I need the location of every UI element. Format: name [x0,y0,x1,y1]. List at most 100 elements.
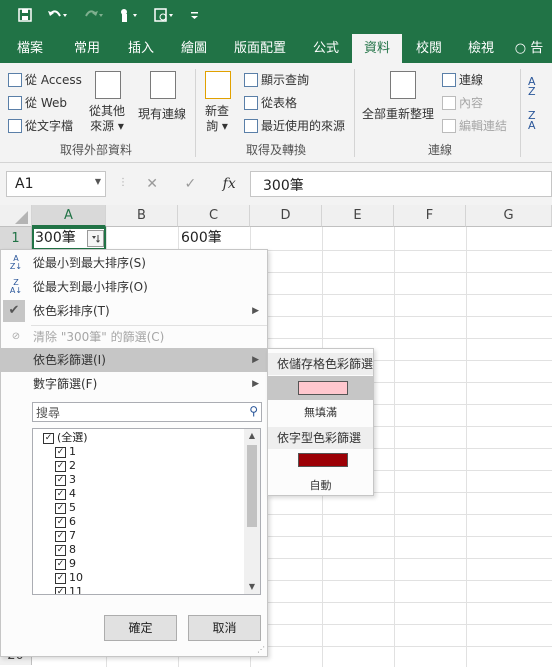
list-item[interactable]: ✓ 7 [55,529,76,543]
formula-input[interactable]: 300筆 [250,171,552,197]
sort-az-icon[interactable]: AZ [528,76,536,97]
tab-home[interactable]: 常用 [60,34,114,63]
number-filters-item[interactable]: 數字篩選(F) ▶ [1,372,267,396]
scroll-down-icon[interactable]: ▼ [244,580,260,594]
cell-c1[interactable]: 600筆 [178,227,250,249]
tab-draw[interactable]: 繪圖 [168,34,220,63]
tab-page-layout[interactable]: 版面配置 [220,34,300,63]
insert-function-icon[interactable]: fx [223,176,236,192]
column-header-g[interactable]: G [466,205,552,227]
tab-review[interactable]: 校閱 [402,34,456,63]
scroll-thumb[interactable] [247,445,257,527]
list-item-select-all[interactable]: ✓ (全選) [43,431,88,445]
list-item[interactable]: ✓ 6 [55,515,76,529]
checkbox[interactable]: ✓ [43,432,54,444]
list-item[interactable]: ✓ 5 [55,501,76,515]
filter-icon [92,235,100,243]
resize-grip-icon[interactable]: ⋰ [257,645,265,654]
list-item[interactable]: ✓ 10 [55,571,83,585]
undo-icon[interactable] [46,8,68,26]
checkbox[interactable]: ✓ [55,558,66,570]
filter-by-color-item[interactable]: 依色彩篩選(I) ▶ [1,348,267,372]
column-header-e[interactable]: E [322,205,394,227]
drag-handle-icon[interactable]: ⋮ [118,177,128,188]
new-query-icon [205,71,231,99]
scroll-up-icon[interactable]: ▲ [244,429,260,443]
list-item[interactable]: ✓ 2 [55,459,76,473]
sort-descending-icon: Z A↓ [9,278,23,295]
tab-view[interactable]: 檢視 [456,34,506,63]
new-query-button[interactable]: 新查詢 ▾ [205,104,229,134]
cancel-button[interactable]: 取消 [188,615,261,641]
checkbox[interactable]: ✓ [55,586,66,594]
ok-button[interactable]: 確定 [104,615,177,641]
checkbox[interactable]: ✓ [55,544,66,556]
font-color-header: 依字型色彩篩選 [268,427,373,449]
name-box[interactable]: A1 ▼ [6,171,106,197]
ribbon-separator [354,69,355,157]
font-color-option[interactable] [298,453,348,467]
column-header-c[interactable]: C [178,205,250,227]
recent-sources-button[interactable]: 最近使用的來源 [244,117,345,134]
no-fill-option[interactable]: 無填滿 [268,404,373,420]
checkbox[interactable]: ✓ [55,488,66,500]
column-header-f[interactable]: F [394,205,466,227]
from-text-label: 從文字檔 [25,119,74,133]
touch-mode-icon[interactable] [118,8,140,26]
show-queries-button[interactable]: 顯示查詢 [244,71,309,88]
checkbox[interactable]: ✓ [55,460,66,472]
from-web-button[interactable]: 從 Web [8,94,67,111]
column-header-b[interactable]: B [106,205,178,227]
checkbox[interactable]: ✓ [55,516,66,528]
tab-file[interactable]: 檔案 [0,34,60,63]
select-all-corner[interactable] [0,205,32,227]
from-text-button[interactable]: 從文字檔 [8,117,73,134]
pink-swatch [298,381,348,395]
automatic-option[interactable]: 自動 [268,477,373,493]
list-item-label: 3 [69,473,76,486]
sort-by-color-label: 依色彩排序(T) [33,304,110,318]
tab-formulas[interactable]: 公式 [300,34,352,63]
tab-tell-me[interactable]: ○ 告 [506,34,552,63]
checkbox[interactable]: ✓ [55,530,66,542]
list-item[interactable]: ✓ 9 [55,557,76,571]
column-header-d[interactable]: D [250,205,322,227]
list-item[interactable]: ✓ 3 [55,473,76,487]
sort-ascending-item[interactable]: A Z↓ 從最小到最大排序(S) [1,251,267,275]
cell-color-option[interactable] [268,376,373,400]
sort-by-color-item[interactable]: ✔ 依色彩排序(T) ▶ [1,299,267,323]
clear-filter-icon: ⊘ [11,331,21,342]
sort-descending-item[interactable]: Z A↓ 從最大到最小排序(O) [1,275,267,299]
sort-za-icon[interactable]: ZA [528,110,536,131]
list-item[interactable]: ✓ 4 [55,487,76,501]
sort-descending-label: 從最大到最小排序(O) [33,280,148,294]
filter-value-list: ✓ (全選) ✓ 1 ✓ 2 ✓ 3 ✓ 4 ✓ 5 ✓ 6 ✓ 7 ✓ 8 ✓ 9 ✓ 10 ✓ 11… [32,428,261,595]
checkbox[interactable]: ✓ [55,446,66,458]
chevron-down-icon[interactable]: ▼ [95,177,101,186]
list-item[interactable]: ✓ 11 [55,585,83,594]
search-input[interactable]: 搜尋 ⚲ [32,402,262,422]
customize-icon[interactable] [190,8,200,26]
filter-dropdown-button[interactable] [87,230,104,247]
list-item[interactable]: ✓ 1 [55,445,76,459]
other-sources-button[interactable]: 從其他 來源 ▾ [89,104,125,134]
other-sources-label-2: 來源 ▾ [90,119,124,133]
list-item-label: 1 [69,445,76,458]
row-header-1[interactable]: 1 [0,227,32,250]
list-item[interactable]: ✓ 8 [55,543,76,557]
tab-insert[interactable]: 插入 [114,34,168,63]
checkbox[interactable]: ✓ [55,474,66,486]
from-access-button[interactable]: 從 Access [8,71,82,88]
from-table-button[interactable]: 從表格 [244,94,297,111]
existing-connections-button[interactable]: 現有連線 [138,105,186,122]
print-preview-icon[interactable] [154,8,176,26]
edit-links-label: 編輯連結 [459,119,508,133]
column-header-a[interactable]: A [32,205,106,227]
list-scrollbar[interactable]: ▲ ▼ [244,429,260,594]
save-icon[interactable] [18,8,32,26]
checkbox[interactable]: ✓ [55,502,66,514]
connections-button[interactable]: 連線 [442,71,483,88]
tab-data[interactable]: 資料 [352,34,402,63]
checkbox[interactable]: ✓ [55,572,66,584]
refresh-all-button[interactable]: 全部重新整理 [362,105,434,122]
